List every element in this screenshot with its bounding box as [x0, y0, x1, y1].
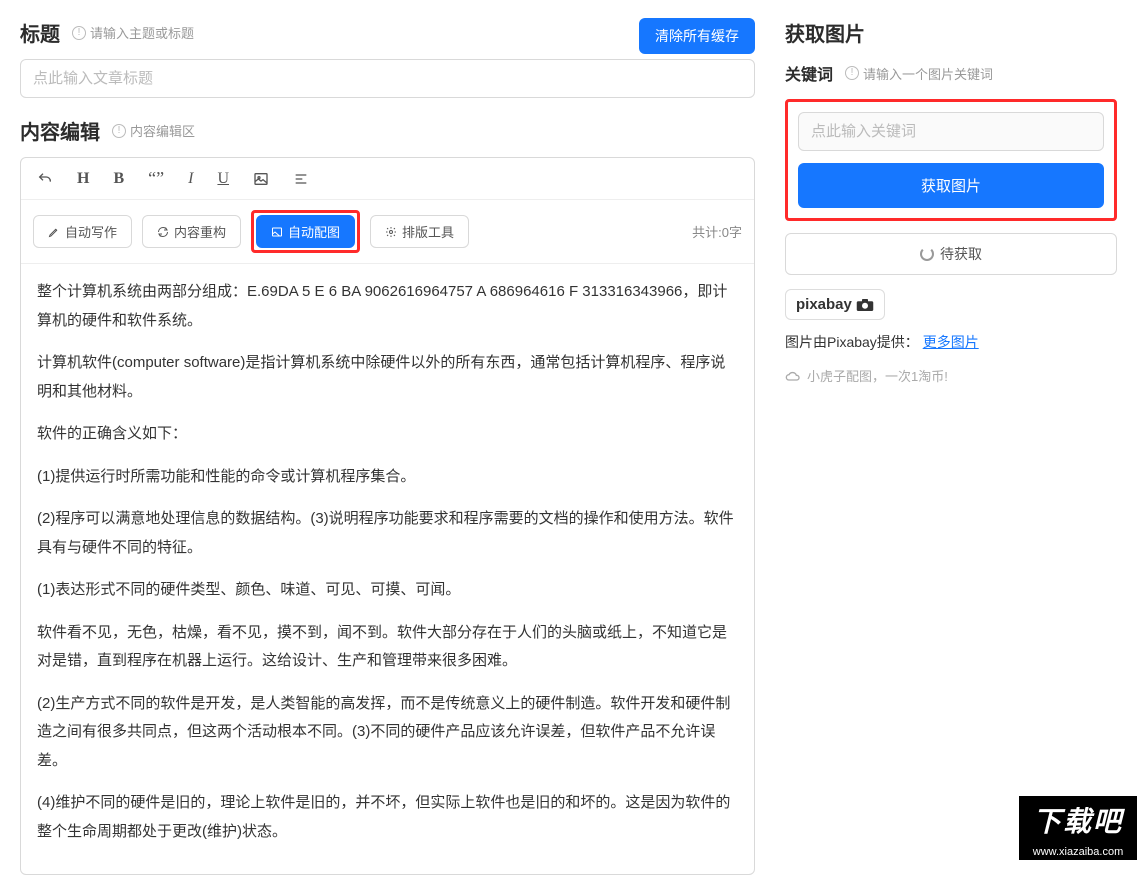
pixabay-badge: pixabay — [785, 289, 885, 320]
auto-write-button[interactable]: 自动写作 — [33, 215, 132, 248]
content-paragraph: (2)程序可以满意地处理信息的数据结构。(3)说明程序功能要求和程序需要的文档的… — [37, 505, 738, 562]
action-toolbar: 自动写作 内容重构 自动配图 排版工具 共计:0字 — [21, 200, 754, 264]
content-paragraph: (2)生产方式不同的软件是开发，是人类智能的高发挥，而不是传统意义上的硬件制造。… — [37, 690, 738, 776]
align-icon[interactable] — [289, 169, 313, 189]
attribution: 图片由Pixabay提供： 更多图片 — [785, 332, 1117, 352]
auto-image-button[interactable]: 自动配图 — [256, 215, 355, 248]
auto-image-label: 自动配图 — [288, 222, 340, 241]
quote-icon[interactable]: “” — [144, 166, 168, 191]
pixabay-text: pixabay — [796, 296, 852, 313]
info-icon: ! — [845, 66, 859, 80]
cloud-icon — [785, 370, 801, 382]
keyword-header: 关键词 ! 请输入一个图片关键词 — [785, 61, 1117, 85]
bold-icon[interactable]: B — [109, 168, 128, 190]
article-title-input[interactable] — [20, 59, 755, 98]
keyword-input[interactable] — [798, 112, 1104, 151]
highlight-keyword-box: 获取图片 — [785, 99, 1117, 221]
title-hint: ! 请输入主题或标题 — [72, 23, 194, 42]
content-paragraph: (1)提供运行时所需功能和性能的命令或计算机程序集合。 — [37, 463, 738, 492]
pending-label: 待获取 — [940, 244, 982, 264]
title-hint-text: 请输入主题或标题 — [90, 23, 194, 42]
sidebar: 获取图片 关键词 ! 请输入一个图片关键词 获取图片 待获取 pixabay 图… — [775, 0, 1137, 893]
attribution-prefix: 图片由Pixabay提供： — [785, 334, 919, 350]
heading-icon[interactable]: H — [73, 168, 93, 190]
format-toolbar: H B “” I U — [21, 158, 754, 200]
content-hint: ! 内容编辑区 — [112, 121, 195, 140]
content-paragraph: (4)维护不同的硬件是旧的，理论上软件是旧的，并不坏，但实际上软件也是旧的和坏的… — [37, 789, 738, 846]
layout-tool-label: 排版工具 — [402, 222, 454, 241]
footer-note: 小虎子配图，一次1淘币! — [785, 366, 1117, 385]
title-header: 标题 ! 请输入主题或标题 — [20, 18, 194, 47]
layout-tool-button[interactable]: 排版工具 — [370, 215, 469, 248]
auto-write-label: 自动写作 — [65, 222, 117, 241]
watermark: 下载吧 www.xiazaiba.com — [1019, 796, 1137, 860]
content-header: 内容编辑 ! 内容编辑区 — [20, 116, 755, 145]
image-icon[interactable] — [249, 169, 273, 189]
content-paragraph: 软件看不见，无色，枯燥，看不见，摸不到，闻不到。软件大部分存在于人们的头脑或纸上… — [37, 619, 738, 676]
get-image-header: 获取图片 — [785, 18, 1117, 47]
content-paragraph: (1)表达形式不同的硬件类型、颜色、味道、可见、可摸、可闻。 — [37, 576, 738, 605]
info-icon: ! — [112, 124, 126, 138]
more-images-link[interactable]: 更多图片 — [923, 334, 979, 350]
content-hint-text: 内容编辑区 — [130, 121, 195, 140]
content-label: 内容编辑 — [20, 116, 100, 145]
keyword-label: 关键词 — [785, 61, 833, 85]
main-column: 标题 ! 请输入主题或标题 清除所有缓存 内容编辑 ! 内容编辑区 H — [0, 0, 775, 893]
underline-icon[interactable]: U — [213, 168, 233, 190]
restructure-button[interactable]: 内容重构 — [142, 215, 241, 248]
content-paragraph: 计算机软件(computer software)是指计算机系统中除硬件以外的所有… — [37, 349, 738, 406]
title-label: 标题 — [20, 18, 60, 47]
fetch-image-button[interactable]: 获取图片 — [798, 163, 1104, 208]
undo-icon[interactable] — [33, 169, 57, 189]
content-paragraph: 整个计算机系统由两部分组成：E.69DA 5 E 6 BA 9062616964… — [37, 278, 738, 335]
content-paragraph: 软件的正确含义如下： — [37, 420, 738, 449]
spinner-icon — [920, 247, 934, 261]
content-body[interactable]: 整个计算机系统由两部分组成：E.69DA 5 E 6 BA 9062616964… — [21, 264, 754, 874]
watermark-title: 下载吧 — [1019, 796, 1137, 844]
italic-icon[interactable]: I — [184, 168, 197, 190]
keyword-hint: ! 请输入一个图片关键词 — [845, 64, 993, 83]
pending-button[interactable]: 待获取 — [785, 233, 1117, 275]
restructure-label: 内容重构 — [174, 222, 226, 241]
keyword-hint-text: 请输入一个图片关键词 — [863, 64, 993, 83]
word-count: 共计:0字 — [692, 222, 742, 241]
info-icon: ! — [72, 26, 86, 40]
editor: H B “” I U 自动写作 内容重构 — [20, 157, 755, 875]
get-image-title: 获取图片 — [785, 18, 865, 47]
watermark-url: www.xiazaiba.com — [1019, 844, 1137, 860]
clear-cache-button[interactable]: 清除所有缓存 — [639, 18, 755, 54]
highlight-auto-image: 自动配图 — [251, 210, 360, 253]
camera-icon — [856, 298, 874, 312]
footer-text: 小虎子配图，一次1淘币! — [807, 366, 948, 385]
